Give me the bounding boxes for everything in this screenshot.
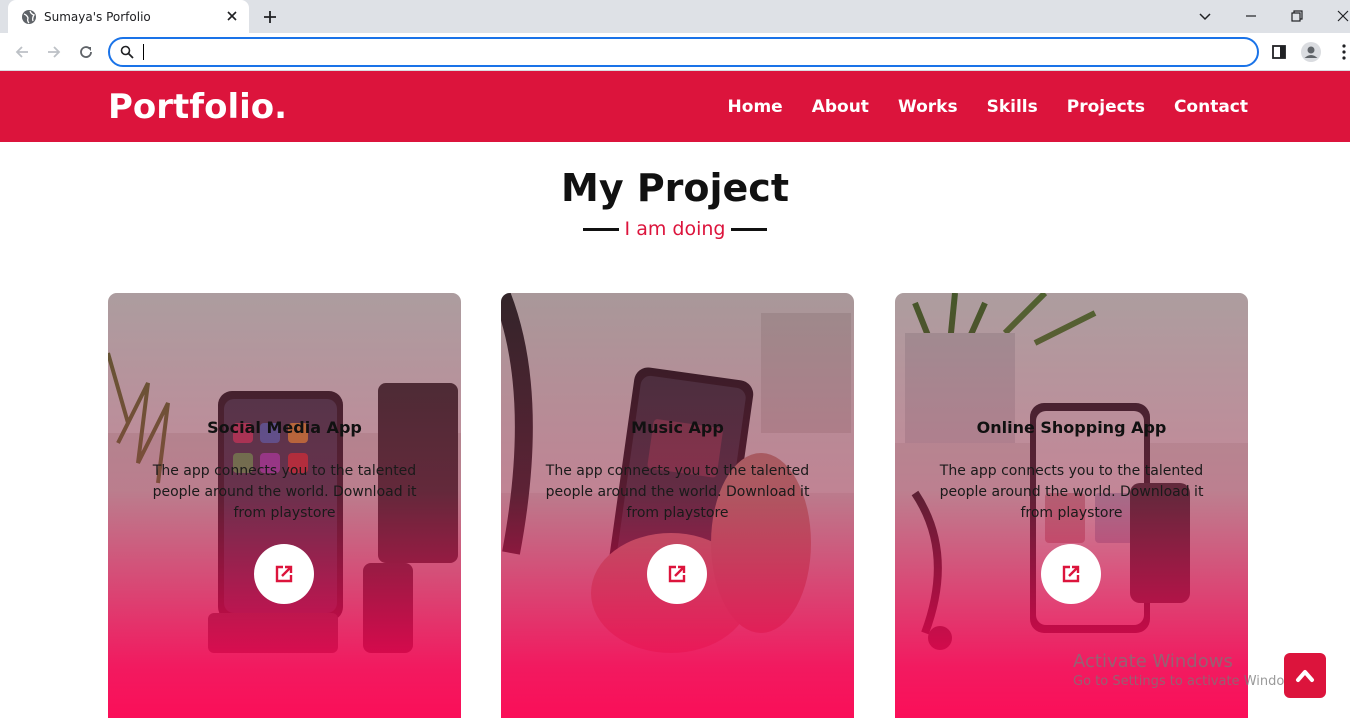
section-subtitle: I am doing xyxy=(624,218,726,240)
close-tab-icon[interactable] xyxy=(224,8,240,24)
project-title: Social Media App xyxy=(207,418,362,437)
project-title: Online Shopping App xyxy=(976,418,1167,437)
project-description: The app connects you to the talented peo… xyxy=(545,463,810,521)
watermark-title: Activate Windows xyxy=(1073,651,1233,672)
kebab-menu-icon[interactable] xyxy=(1333,41,1350,63)
subtitle-divider-right xyxy=(731,227,768,231)
browser-tab[interactable]: Sumaya's Porfolio xyxy=(8,0,249,33)
back-arrow-icon[interactable] xyxy=(12,42,32,62)
project-link-button[interactable] xyxy=(1041,544,1101,604)
external-link-icon xyxy=(1062,565,1080,583)
new-tab-icon[interactable] xyxy=(260,7,280,27)
browser-toolbar xyxy=(0,33,1350,71)
project-description: The app connects you to the talented peo… xyxy=(939,463,1204,521)
url-input[interactable] xyxy=(141,42,1241,62)
nav-projects[interactable]: Projects xyxy=(1067,97,1145,117)
minimize-icon[interactable] xyxy=(1241,6,1261,26)
project-card[interactable]: Music App The app connects you to the ta… xyxy=(501,293,854,718)
project-description: The app connects you to the talented peo… xyxy=(152,463,417,521)
scroll-to-top-button[interactable] xyxy=(1284,653,1326,698)
text-caret xyxy=(143,44,144,60)
side-panel-icon[interactable] xyxy=(1268,41,1290,63)
browser-tabstrip: Sumaya's Porfolio xyxy=(0,0,1350,33)
address-bar[interactable] xyxy=(108,37,1259,67)
site-header: Portfolio. Home About Works Skills Proje… xyxy=(0,71,1350,142)
nav-works[interactable]: Works xyxy=(898,97,958,117)
section-subtitle-row: I am doing xyxy=(0,218,1350,240)
external-link-icon xyxy=(275,565,293,583)
subtitle-divider-left xyxy=(582,227,619,231)
external-link-icon xyxy=(668,565,686,583)
activate-windows-watermark: Activate Windows Go to Settings to activ… xyxy=(1073,651,1306,689)
nav-contact[interactable]: Contact xyxy=(1174,97,1248,117)
nav-skills[interactable]: Skills xyxy=(987,97,1038,117)
project-link-button[interactable] xyxy=(647,544,707,604)
site-logo[interactable]: Portfolio. xyxy=(108,87,287,127)
main-nav: Home About Works Skills Projects Contact xyxy=(728,97,1248,117)
section-title: My Project xyxy=(561,166,789,210)
project-link-button[interactable] xyxy=(254,544,314,604)
project-card[interactable]: Social Media App The app connects you to… xyxy=(108,293,461,718)
globe-icon xyxy=(22,10,36,24)
reload-icon[interactable] xyxy=(76,42,96,62)
restore-icon[interactable] xyxy=(1287,6,1307,26)
watermark-subtitle: Go to Settings to activate Windows. xyxy=(1073,674,1306,689)
tab-search-chevron-icon[interactable] xyxy=(1195,6,1215,26)
nav-home[interactable]: Home xyxy=(728,97,783,117)
window-close-icon[interactable] xyxy=(1333,6,1350,26)
nav-about[interactable]: About xyxy=(812,97,869,117)
tab-title: Sumaya's Porfolio xyxy=(44,10,151,24)
chevron-up-icon xyxy=(1296,670,1314,682)
search-icon xyxy=(120,45,134,59)
forward-arrow-icon[interactable] xyxy=(44,42,64,62)
project-title: Music App xyxy=(631,418,724,437)
profile-avatar-icon[interactable] xyxy=(1300,41,1322,63)
